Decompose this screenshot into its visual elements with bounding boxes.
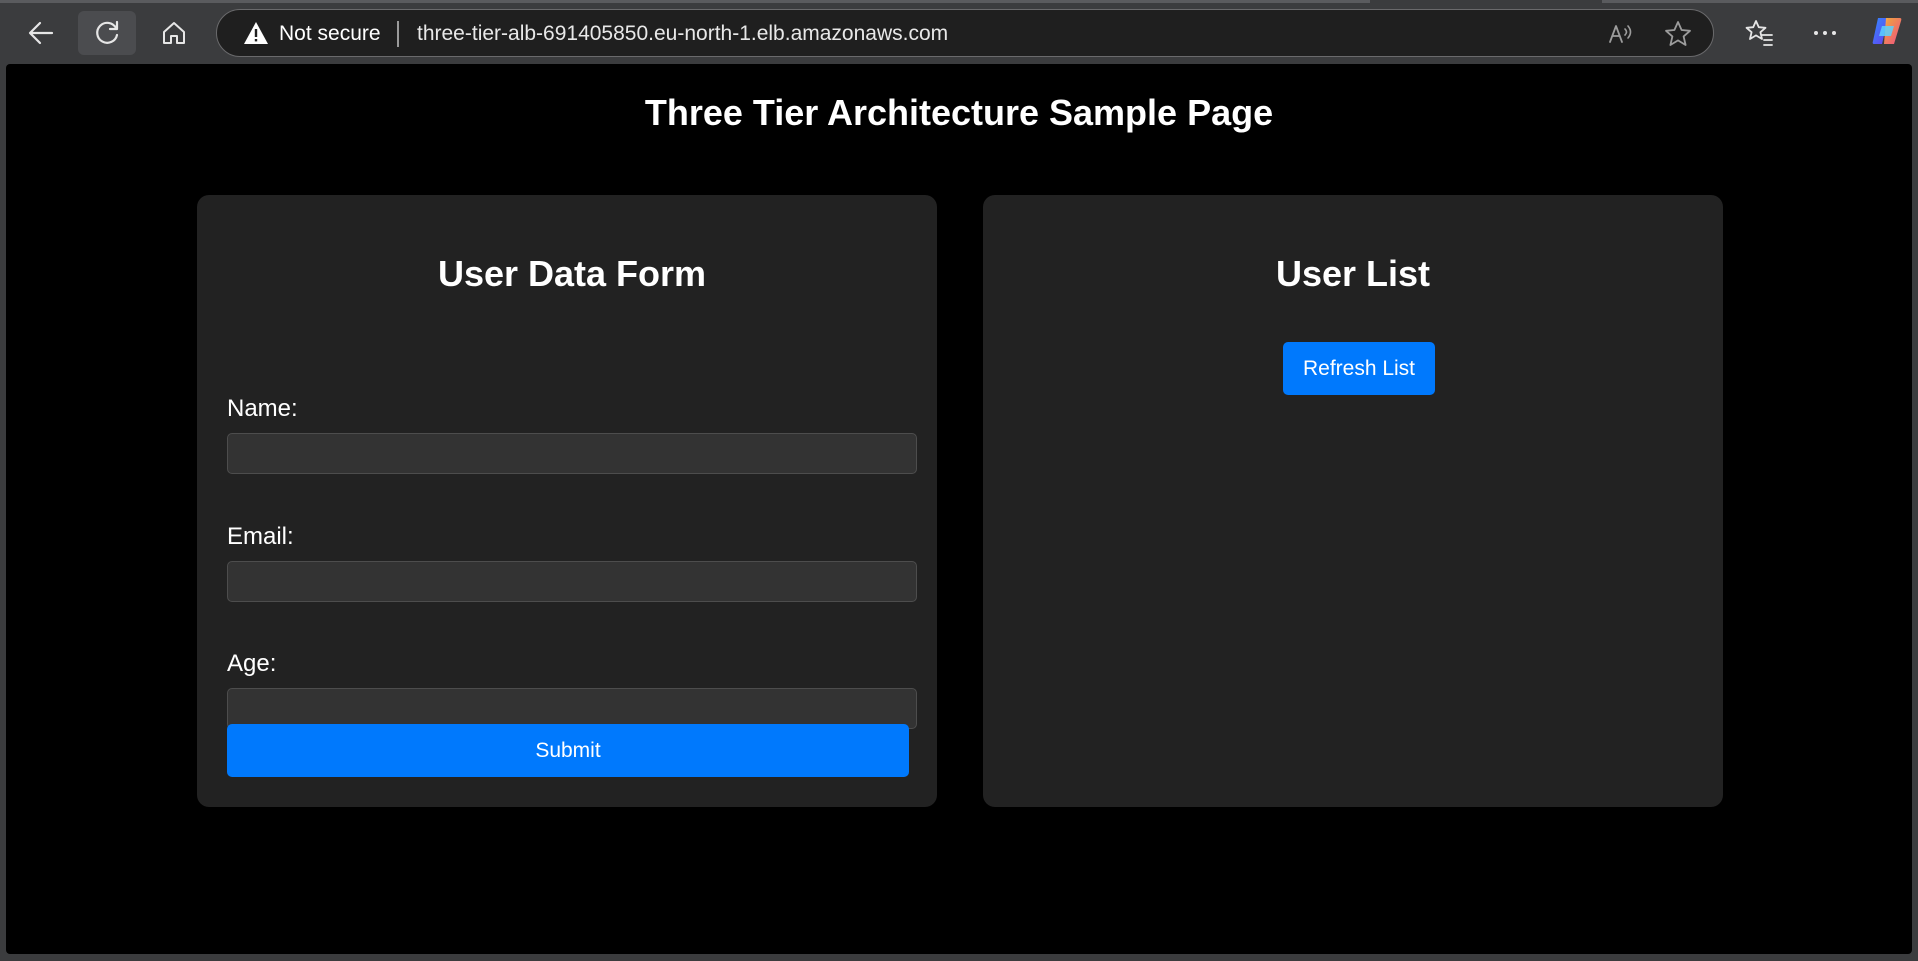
favorite-star-icon[interactable]: [1663, 19, 1693, 49]
refresh-list-button[interactable]: Refresh List: [1283, 342, 1435, 395]
user-list-heading: User List: [1275, 253, 1431, 294]
reload-button[interactable]: [78, 11, 136, 55]
browser-toolbar: Not secure three-tier-alb-691405850.eu-n…: [0, 0, 1918, 64]
age-label: Age:: [227, 650, 277, 677]
more-icon[interactable]: [1810, 18, 1840, 48]
name-input[interactable]: [227, 433, 917, 474]
warning-icon: [244, 22, 268, 44]
reload-icon: [96, 20, 119, 44]
home-icon: [163, 22, 185, 44]
page-viewport: Three Tier Architecture Sample Page User…: [6, 64, 1912, 954]
submit-button-label: Submit: [535, 738, 601, 762]
page-title: Three Tier Architecture Sample Page: [644, 92, 1274, 133]
home-button[interactable]: [145, 11, 203, 55]
refresh-list-button-label: Refresh List: [1302, 356, 1416, 380]
back-button[interactable]: [12, 11, 70, 55]
address-divider: [397, 21, 399, 47]
name-label: Name:: [227, 395, 298, 422]
read-aloud-icon[interactable]: [1607, 20, 1635, 48]
user-list-card: User List Refresh List: [983, 195, 1723, 807]
age-input[interactable]: [227, 688, 917, 729]
email-label: Email:: [227, 523, 294, 550]
submit-button[interactable]: Submit: [227, 724, 909, 777]
tab-strip-edge: [0, 0, 1370, 3]
favorites-icon[interactable]: [1744, 18, 1774, 48]
back-icon: [28, 21, 54, 45]
email-input[interactable]: [227, 561, 917, 602]
tab-strip-edge: [1602, 0, 1918, 3]
user-data-form-card: User Data Form Name: Email: Age: Submit: [197, 195, 937, 807]
address-bar[interactable]: Not secure three-tier-alb-691405850.eu-n…: [216, 9, 1714, 57]
copilot-icon[interactable]: [1870, 14, 1904, 48]
url-text[interactable]: three-tier-alb-691405850.eu-north-1.elb.…: [417, 22, 948, 46]
security-status[interactable]: Not secure: [279, 22, 381, 46]
form-heading: User Data Form: [437, 253, 707, 294]
